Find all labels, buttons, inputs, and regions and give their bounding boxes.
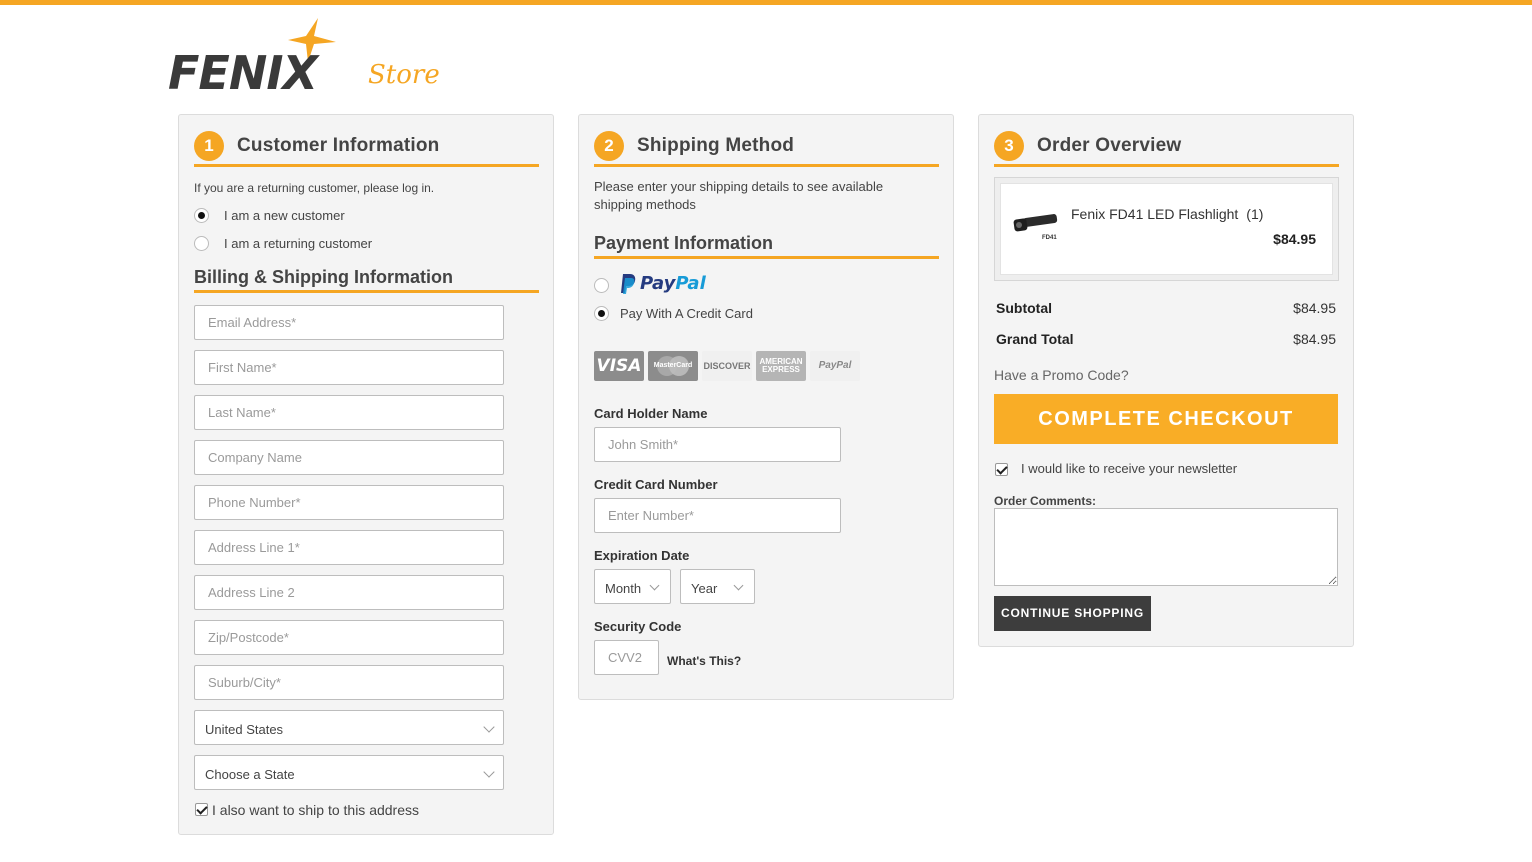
radio-button[interactable] bbox=[194, 207, 209, 223]
cvv-field[interactable] bbox=[594, 640, 659, 675]
radio-paypal[interactable] bbox=[594, 275, 609, 295]
expiry-month-select[interactable]: Month bbox=[594, 569, 671, 604]
cart-item: FD41 Fenix FD41 LED Flashlight (1) $84.95 bbox=[994, 177, 1339, 281]
chevron-down-icon bbox=[483, 721, 495, 733]
returning-note: If you are a returning customer, please … bbox=[194, 181, 435, 195]
discover-card-icon: DISCOVER bbox=[702, 351, 752, 381]
expiration-date-label: Expiration Date bbox=[594, 548, 690, 563]
newsletter-checkbox[interactable] bbox=[995, 463, 1008, 476]
logo-wordmark: FENIX bbox=[168, 46, 318, 100]
email-field[interactable] bbox=[194, 305, 504, 340]
fenix-store-logo[interactable]: FENIX Store bbox=[168, 18, 440, 100]
address-line-2-field[interactable] bbox=[194, 575, 504, 610]
newsletter-label: I would like to receive your newsletter bbox=[1021, 461, 1238, 476]
country-select[interactable]: United States bbox=[194, 710, 504, 745]
grand-total-value: $84.95 bbox=[1293, 331, 1336, 347]
state-select-value: Choose a State bbox=[205, 767, 295, 782]
top-accent-bar bbox=[0, 0, 1532, 5]
complete-checkout-button[interactable]: COMPLETE CHECKOUT bbox=[994, 394, 1338, 444]
whats-this-link[interactable]: What's This? bbox=[667, 654, 741, 668]
first-name-field[interactable] bbox=[194, 350, 504, 385]
grand-total-label: Grand Total bbox=[996, 331, 1074, 347]
chevron-down-icon bbox=[733, 580, 744, 591]
customer-information-panel: 1 Customer Information If you are a retu… bbox=[178, 114, 554, 835]
radio-label: I am a new customer bbox=[224, 207, 345, 223]
radio-returning-customer[interactable]: I am a returning customer bbox=[194, 233, 372, 253]
product-name[interactable]: Fenix FD41 LED Flashlight (1) bbox=[1071, 206, 1263, 222]
product-price: $84.95 bbox=[1273, 231, 1316, 247]
suburb-city-field[interactable] bbox=[194, 665, 504, 700]
order-comments-label: Order Comments: bbox=[994, 494, 1097, 508]
shipping-method-panel: 2 Shipping Method Please enter your ship… bbox=[578, 114, 954, 700]
card-holder-field[interactable] bbox=[594, 427, 841, 462]
radio-button[interactable] bbox=[194, 235, 209, 251]
amex-card-icon: AMERICAN EXPRESS bbox=[756, 351, 806, 381]
shipping-note: Please enter your shipping details to se… bbox=[594, 179, 884, 212]
ship-to-address-label: I also want to ship to this address bbox=[212, 802, 419, 818]
security-code-label: Security Code bbox=[594, 619, 682, 634]
visa-card-icon: VISA bbox=[594, 351, 644, 381]
paypal-pay-text: Pay bbox=[640, 273, 676, 294]
chevron-down-icon bbox=[483, 766, 495, 778]
continue-shopping-button[interactable]: CONTINUE SHOPPING bbox=[994, 596, 1151, 631]
accepted-cards: VISA MasterCard DISCOVER AMERICAN EXPRES… bbox=[594, 351, 860, 381]
shipping-section-title: Shipping Method bbox=[637, 135, 795, 156]
card-number-field[interactable] bbox=[594, 498, 841, 533]
zip-postcode-field[interactable] bbox=[194, 620, 504, 655]
state-select[interactable]: Choose a State bbox=[194, 755, 504, 790]
customer-section-header: 1 Customer Information bbox=[194, 129, 539, 167]
card-holder-label: Card Holder Name bbox=[594, 406, 708, 421]
step-number-3: 3 bbox=[994, 131, 1024, 161]
cart-item-inner: FD41 Fenix FD41 LED Flashlight (1) $84.95 bbox=[1000, 183, 1333, 275]
product-image-label: FD41 bbox=[1042, 235, 1057, 241]
radio-button[interactable] bbox=[594, 305, 609, 321]
radio-button[interactable] bbox=[594, 277, 609, 293]
paypal-card-icon: PayPal bbox=[810, 351, 860, 381]
step-number-1: 1 bbox=[194, 131, 224, 161]
customer-section-title: Customer Information bbox=[237, 135, 440, 156]
logo-store-text: Store bbox=[368, 60, 440, 90]
subtotal-label: Subtotal bbox=[996, 300, 1052, 316]
expiry-month-value: Month bbox=[605, 581, 642, 596]
last-name-field[interactable] bbox=[194, 395, 504, 430]
expiry-year-select[interactable]: Year bbox=[680, 569, 755, 604]
expiry-year-value: Year bbox=[691, 581, 718, 596]
product-name-text: Fenix FD41 LED Flashlight bbox=[1071, 206, 1239, 222]
company-name-field[interactable] bbox=[194, 440, 504, 475]
flashlight-product-image[interactable] bbox=[1013, 212, 1065, 248]
radio-credit-card[interactable]: Pay With A Credit Card bbox=[594, 303, 753, 323]
country-select-value: United States bbox=[205, 722, 284, 737]
shipping-section-header: 2 Shipping Method bbox=[594, 129, 939, 167]
order-overview-panel: 3 Order Overview FD41 Fenix FD41 LED Fla… bbox=[978, 114, 1354, 647]
product-quantity: (1) bbox=[1246, 206, 1264, 222]
paypal-pal-text: Pal bbox=[675, 273, 706, 294]
order-comments-field[interactable] bbox=[994, 508, 1338, 586]
mastercard-card-icon: MasterCard bbox=[648, 351, 698, 381]
step-number-2: 2 bbox=[594, 131, 624, 161]
card-number-label: Credit Card Number bbox=[594, 477, 718, 492]
paypal-icon bbox=[621, 273, 636, 294]
overview-section-title: Order Overview bbox=[1037, 135, 1182, 156]
overview-section-header: 3 Order Overview bbox=[994, 129, 1339, 167]
promo-code-link[interactable]: Have a Promo Code? bbox=[994, 367, 1129, 383]
ship-to-address-checkbox[interactable] bbox=[195, 803, 208, 816]
chevron-down-icon bbox=[649, 580, 660, 591]
payment-section-title: Payment Information bbox=[594, 233, 774, 253]
radio-new-customer[interactable]: I am a new customer bbox=[194, 205, 345, 225]
billing-section-header: Billing & Shipping Information bbox=[194, 263, 539, 293]
radio-label: I am a returning customer bbox=[224, 235, 373, 251]
phone-number-field[interactable] bbox=[194, 485, 504, 520]
mastercard-label: MasterCard bbox=[653, 362, 693, 369]
paypal-logo[interactable]: PayPal bbox=[620, 273, 706, 294]
address-line-1-field[interactable] bbox=[194, 530, 504, 565]
subtotal-value: $84.95 bbox=[1293, 300, 1336, 316]
radio-label: Pay With A Credit Card bbox=[620, 305, 753, 321]
billing-section-title: Billing & Shipping Information bbox=[194, 267, 453, 287]
payment-section-header: Payment Information bbox=[594, 229, 939, 259]
